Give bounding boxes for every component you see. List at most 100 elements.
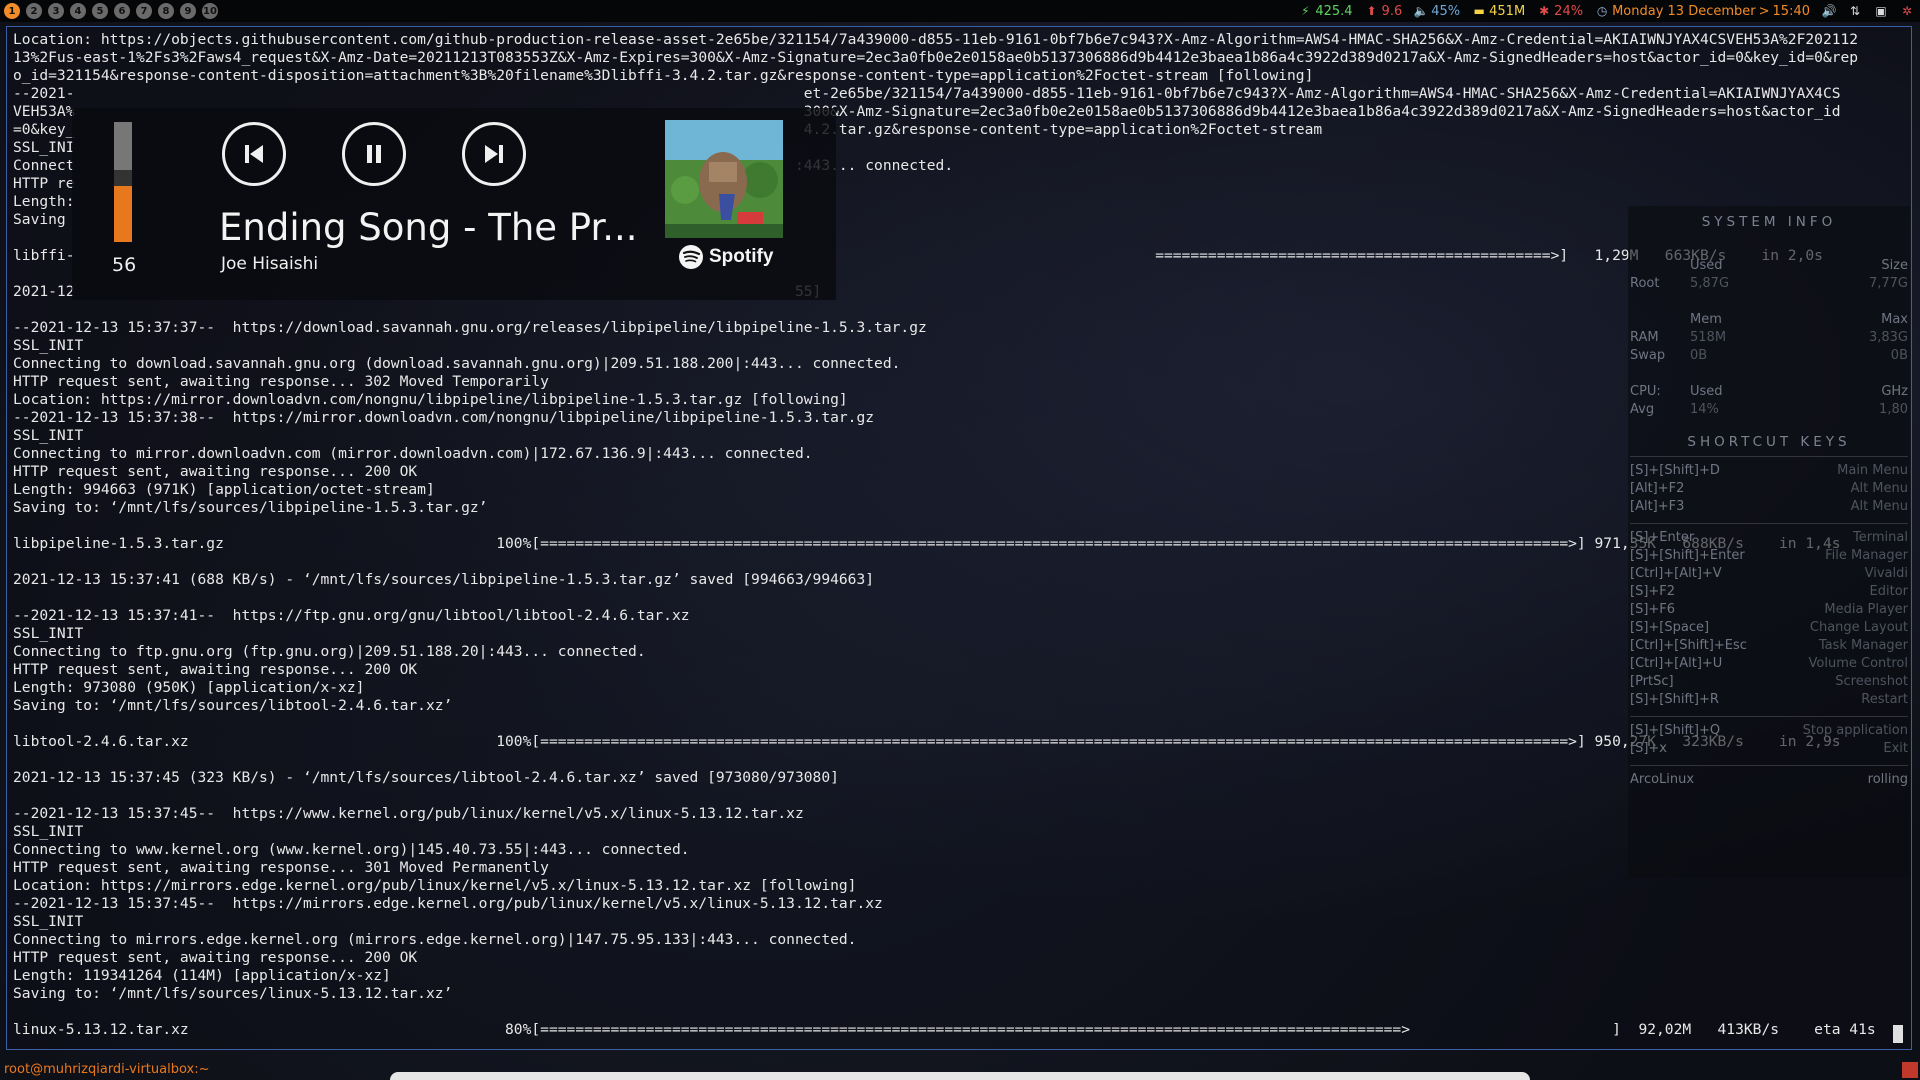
root-size: 7,77G: [1868, 276, 1908, 291]
spotify-label: Spotify: [709, 246, 774, 267]
shortcut-row: [Alt]+F3 Alt Menu: [1628, 499, 1910, 517]
media-player-widget: 56 Ending Song - The Pr... Joe Hisaishi: [72, 108, 836, 300]
terminal-line: HTTP request sent, awaiting response... …: [13, 859, 549, 876]
shortcut-action: Main Menu: [1837, 463, 1908, 478]
terminal-line: Connecting to mirror.downloadvn.com (mir…: [13, 445, 813, 462]
shortcut-action: Screenshot: [1835, 674, 1908, 689]
shortcut-key: [S]+Enter: [1630, 530, 1695, 545]
window-tray-icon[interactable]: ▣: [1874, 4, 1888, 18]
top-panel: 1 2 3 4 5 6 7 8 9 10 ⚡ 425.4 ⬆ 9.6 🔈 45% ▬ 451M ✱…: [0, 0, 1920, 22]
shortcut-action: Exit: [1883, 741, 1908, 756]
terminal-line: --2021-12-13 15:37:37-- https://download…: [13, 319, 927, 336]
workspace-10-button[interactable]: 10: [202, 3, 218, 19]
clock[interactable]: ◷ Monday 13 December > 15:40: [1595, 4, 1810, 19]
terminal-line: --2021-12-13 15:37:41-- https://ftp.gnu.…: [13, 607, 690, 624]
terminal-line: --2021-12-13 15:37:38-- https://mirror.d…: [13, 409, 875, 426]
spotify-logo: Spotify: [678, 244, 773, 270]
album-art[interactable]: [665, 120, 783, 238]
cpu-header-row: CPU: Used GHz: [1628, 384, 1910, 402]
terminal-line: Length: 994663 (971K) [application/octet…: [13, 481, 435, 498]
volume-slider-fill: [114, 186, 132, 242]
avg-label: Avg: [1630, 402, 1655, 417]
cpu-ghz-header: GHz: [1881, 384, 1908, 399]
workspace-8-button[interactable]: 8: [158, 3, 174, 19]
shortcut-divider: [1630, 716, 1908, 717]
cpu-stat: ✱ 24%: [1537, 4, 1583, 19]
previous-track-button[interactable]: [222, 122, 286, 186]
terminal-line: HTTP request sent, awaiting response... …: [13, 949, 418, 966]
shortcut-key: [Alt]+F2: [1630, 481, 1685, 496]
net-up-value: 9.6: [1381, 3, 1403, 19]
shortcut-action: Volume Control: [1808, 656, 1908, 671]
shortcut-action: Alt Menu: [1850, 481, 1908, 496]
memory-icon: ▬: [1473, 4, 1485, 18]
next-track-button[interactable]: [462, 122, 526, 186]
volume-stat[interactable]: 🔈 45%: [1414, 4, 1460, 19]
terminal-line: Connecting to download.savannah.gnu.org …: [13, 355, 901, 372]
shortcut-row: [S]+[Shift]+R Restart: [1628, 692, 1910, 710]
system-tray: ⚡ 425.4 ⬆ 9.6 🔈 45% ▬ 451M ✱ 24% ◷ Monda…: [1298, 4, 1920, 19]
terminal-line: libpipeline-1.5.3.tar.gz 100%[==========…: [13, 535, 1841, 552]
terminal-line: Connecting to mirrors.edge.kernel.org (m…: [13, 931, 857, 948]
cpu-used-header: Used: [1690, 384, 1723, 399]
workspace-9-button[interactable]: 9: [180, 3, 196, 19]
shortcut-key: [Ctrl]+[Alt]+V: [1630, 566, 1722, 581]
terminal-line: HTTP request sent, awaiting response... …: [13, 373, 549, 390]
terminal-line: 2021-12-13 15:37:45 (323 KB/s) - ‘/mnt/l…: [13, 769, 839, 786]
cpu-avg-row: Avg 14% 1,80: [1628, 402, 1910, 420]
terminal-line: Location: https://mirror.downloadvn.com/…: [13, 391, 848, 408]
terminal-line: Location: https://mirrors.edge.kernel.or…: [13, 877, 857, 894]
terminal-line: linux-5.13.12.tar.xz 80%[===============…: [13, 1021, 1876, 1038]
volume-tray-icon[interactable]: 🔊: [1822, 4, 1837, 18]
workspace-4-button[interactable]: 4: [70, 3, 86, 19]
settings-tray-icon[interactable]: ✲: [1900, 4, 1914, 18]
shortcut-group-apps: [S]+Enter Terminal [S]+[Shift]+Enter File M…: [1628, 530, 1910, 710]
workspace-3-button[interactable]: 3: [48, 3, 64, 19]
volume-slider[interactable]: [114, 122, 132, 242]
avg-ghz: 1,80: [1879, 402, 1908, 417]
download-icon: ⚡: [1301, 4, 1310, 18]
upload-icon: ⬆: [1366, 4, 1377, 18]
terminal-line: Location: https://objects.githubusercont…: [13, 31, 1859, 48]
terminal-line: --2021-12-13 15:37:45-- https://www.kern…: [13, 805, 804, 822]
play-pause-button[interactable]: [342, 122, 406, 186]
distro-release: rolling: [1867, 772, 1908, 787]
workspace-5-button[interactable]: 5: [92, 3, 108, 19]
disk-size-header: Size: [1881, 258, 1908, 273]
shortcut-action: Change Layout: [1809, 620, 1908, 635]
time-value: 15:40: [1772, 3, 1810, 19]
terminal-line: o_id=321154&response-content-disposition…: [13, 67, 1314, 84]
root-used: 5,87G: [1690, 276, 1730, 291]
shortcut-action: Task Manager: [1818, 638, 1908, 653]
terminal-cursor: [1893, 1025, 1903, 1043]
shortcut-row: [Ctrl]+[Shift]+Esc Task Manager: [1628, 638, 1910, 656]
shortcut-action: Editor: [1869, 584, 1908, 599]
net-down-value: 425.4: [1315, 3, 1353, 19]
workspace-7-button[interactable]: 7: [136, 3, 152, 19]
root-label: Root: [1630, 276, 1660, 291]
workspace-6-button[interactable]: 6: [114, 3, 130, 19]
dock-bar[interactable]: [390, 1072, 1530, 1080]
shortcut-key: [S]+[Shift]+D: [1630, 463, 1720, 478]
memory-stat: ▬ 451M: [1472, 4, 1525, 19]
shortcut-key: [S]+[Shift]+R: [1630, 692, 1719, 707]
shortcut-key: [S]+[Shift]+Q: [1630, 723, 1721, 738]
terminal-line: HTTP request sent, awaiting response... …: [13, 463, 418, 480]
corner-indicator: [1902, 1062, 1918, 1078]
terminal-line: libtool-2.4.6.tar.xz 100%[==============…: [13, 733, 1841, 750]
ram-label: RAM: [1630, 330, 1659, 345]
system-info-title: SYSTEM INFO: [1701, 214, 1837, 230]
network-tray-icon[interactable]: ⇅: [1848, 4, 1862, 18]
terminal-line: SSL_INIT: [13, 913, 84, 930]
terminal-line: Saving to: ‘/mnt/lfs/sources/libpipeline…: [13, 499, 488, 516]
workspace-2-button[interactable]: 2: [26, 3, 42, 19]
terminal-line: SSL_INIT: [13, 625, 84, 642]
mem-header-row: Mem Max: [1628, 312, 1910, 330]
workspace-1-button[interactable]: 1: [4, 3, 20, 19]
track-artist: Joe Hisaishi: [221, 254, 319, 274]
shortcut-row: [S]+[Shift]+Q Stop application: [1628, 723, 1910, 741]
